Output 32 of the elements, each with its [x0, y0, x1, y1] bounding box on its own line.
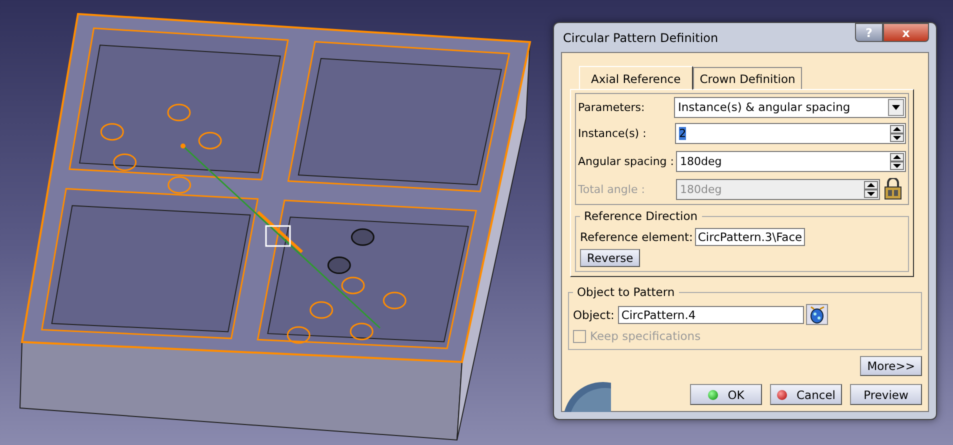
field-label: Parameters: [578, 100, 646, 114]
field-label: Angular spacing : [578, 154, 674, 168]
dialog-button[interactable]: Cancel [770, 384, 842, 405]
dialog-button[interactable]: OK [690, 384, 762, 405]
group-title: Reference Direction [583, 209, 699, 223]
group-title: Object to Pattern [576, 285, 676, 299]
field-label: Reference element: [580, 230, 693, 244]
reference-element-field[interactable]: CircPattern.3\Face [694, 228, 806, 246]
field-value: 180deg [680, 182, 722, 196]
field-value: 2 [679, 126, 686, 140]
dialog-button[interactable]: Preview [850, 384, 922, 405]
field-label: Total angle : [578, 182, 646, 196]
spin-arrows-icon[interactable] [890, 152, 904, 170]
checkbox-label: Keep specifications [590, 329, 701, 343]
tab[interactable]: Crown Definition [692, 67, 802, 89]
bug-icon[interactable] [806, 304, 828, 325]
window-title: Circular Pattern Definition [562, 30, 718, 44]
reverse-button[interactable]: Reverse [580, 249, 640, 267]
status-dot-icon [776, 390, 787, 400]
tab[interactable]: Axial Reference [579, 66, 693, 90]
more-button[interactable]: More>> [860, 356, 922, 376]
parameters-dropdown[interactable]: Instance(s) & angular spacing [674, 96, 906, 118]
spin-field[interactable]: 180deg [676, 150, 906, 172]
object-field[interactable]: CircPattern.4 [618, 306, 804, 324]
spin-arrows-icon[interactable] [890, 124, 904, 142]
status-dot-icon [708, 390, 718, 400]
field-label: Object: [573, 308, 614, 322]
spin-field[interactable]: 2 [675, 122, 906, 144]
close-button[interactable]: x [883, 23, 929, 42]
lock-icon[interactable] [882, 178, 904, 200]
field-value: 180deg [680, 154, 722, 168]
field-label: Instance(s) : [578, 126, 648, 140]
